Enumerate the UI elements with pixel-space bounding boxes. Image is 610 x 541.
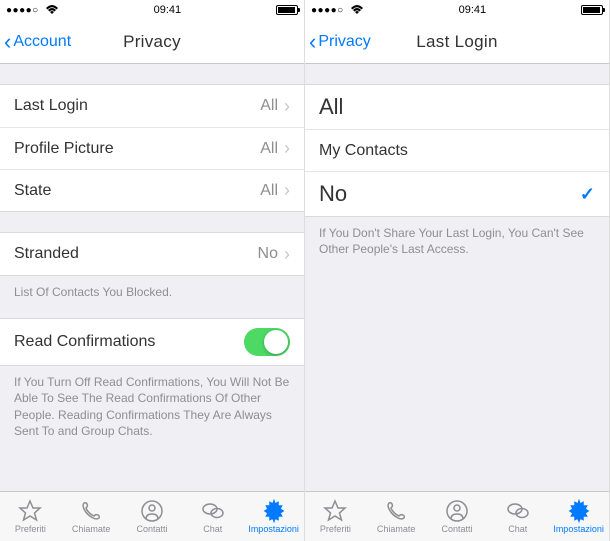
back-label: Privacy	[318, 33, 370, 51]
read-confirmations-footer: If You Turn Off Read Confirmations, You …	[0, 366, 304, 447]
profile-picture-row[interactable]: Profile Picture All›	[0, 127, 304, 169]
chat-icon	[506, 499, 530, 523]
wifi-icon	[45, 5, 59, 15]
tab-preferiti[interactable]: Preferiti	[0, 492, 61, 541]
chat-icon	[201, 499, 225, 523]
contact-icon	[140, 499, 164, 523]
tab-bar: Preferiti Chiamate Contatti Chat Imposta…	[305, 491, 609, 541]
row-value: All›	[260, 180, 290, 201]
state-row[interactable]: State All›	[0, 169, 304, 211]
tab-label: Chat	[508, 524, 527, 534]
battery-icon	[581, 5, 603, 15]
privacy-screen: ●●●●○ 09:41 ‹ Account Privacy Last Login…	[0, 0, 305, 541]
tab-label: Preferiti	[15, 524, 46, 534]
gear-icon	[262, 499, 286, 523]
back-label: Account	[13, 33, 71, 51]
blocked-group: Stranded No›	[0, 232, 304, 276]
chevron-right-icon: ›	[284, 138, 290, 159]
tab-label: Contatti	[441, 524, 472, 534]
tab-label: Impostazioni	[248, 524, 299, 534]
content-area: Last Login All› Profile Picture All› Sta…	[0, 64, 304, 491]
tab-label: Preferiti	[320, 524, 351, 534]
gear-icon	[567, 499, 591, 523]
read-confirmations-row: Read Confirmations	[0, 319, 304, 365]
row-label: Profile Picture	[14, 140, 114, 158]
status-time: 09:41	[459, 4, 487, 16]
row-label: Last Login	[14, 97, 88, 115]
nav-bar: ‹ Account Privacy	[0, 20, 304, 64]
option-label: All	[319, 94, 343, 120]
checkmark-icon: ✓	[580, 184, 595, 205]
stranded-row[interactable]: Stranded No›	[0, 233, 304, 275]
option-label: My Contacts	[319, 142, 408, 160]
read-confirmations-group: Read Confirmations	[0, 318, 304, 366]
back-button[interactable]: ‹ Account	[0, 29, 71, 55]
row-value: All›	[260, 138, 290, 159]
tab-label: Chiamate	[377, 524, 416, 534]
options-group: All My Contacts No ✓	[305, 84, 609, 217]
chevron-right-icon: ›	[284, 180, 290, 201]
tab-label: Contatti	[136, 524, 167, 534]
row-label: Read Confirmations	[14, 333, 155, 351]
tab-impostazioni[interactable]: Impostazioni	[548, 492, 609, 541]
visibility-group: Last Login All› Profile Picture All› Sta…	[0, 84, 304, 212]
back-button[interactable]: ‹ Privacy	[305, 29, 371, 55]
content-area: All My Contacts No ✓ If You Don't Share …	[305, 64, 609, 491]
tab-contatti[interactable]: Contatti	[427, 492, 488, 541]
row-value: No›	[258, 244, 290, 265]
option-no-row[interactable]: No ✓	[305, 171, 609, 216]
option-label: No	[319, 181, 347, 207]
star-icon	[323, 499, 347, 523]
chevron-right-icon: ›	[284, 244, 290, 265]
chevron-right-icon: ›	[284, 96, 290, 117]
signal-indicator: ●●●●○	[311, 5, 364, 16]
tab-impostazioni[interactable]: Impostazioni	[243, 492, 304, 541]
phone-icon	[79, 499, 103, 523]
wifi-icon	[350, 5, 364, 15]
tab-chat[interactable]: Chat	[182, 492, 243, 541]
blocked-footer: List Of Contacts You Blocked.	[0, 276, 304, 308]
status-time: 09:41	[154, 4, 182, 16]
tab-chat[interactable]: Chat	[487, 492, 548, 541]
tab-contatti[interactable]: Contatti	[122, 492, 183, 541]
row-label: State	[14, 182, 51, 200]
contact-icon	[445, 499, 469, 523]
read-confirmations-switch[interactable]	[244, 328, 290, 356]
option-my-contacts-row[interactable]: My Contacts	[305, 129, 609, 171]
chevron-left-icon: ‹	[4, 29, 11, 55]
row-value: All›	[260, 96, 290, 117]
tab-preferiti[interactable]: Preferiti	[305, 492, 366, 541]
tab-label: Chiamate	[72, 524, 111, 534]
row-label: Stranded	[14, 245, 79, 263]
nav-bar: ‹ Privacy Last Login	[305, 20, 609, 64]
star-icon	[18, 499, 42, 523]
tab-chiamate[interactable]: Chiamate	[61, 492, 122, 541]
chevron-left-icon: ‹	[309, 29, 316, 55]
phone-icon	[384, 499, 408, 523]
status-bar: ●●●●○ 09:41	[305, 0, 609, 20]
last-login-screen: ●●●●○ 09:41 ‹ Privacy Last Login All My …	[305, 0, 610, 541]
signal-indicator: ●●●●○	[6, 5, 59, 16]
option-all-row[interactable]: All	[305, 85, 609, 129]
status-bar: ●●●●○ 09:41	[0, 0, 304, 20]
tab-chiamate[interactable]: Chiamate	[366, 492, 427, 541]
battery-icon	[276, 5, 298, 15]
last-login-row[interactable]: Last Login All›	[0, 85, 304, 127]
tab-label: Chat	[203, 524, 222, 534]
tab-bar: Preferiti Chiamate Contatti Chat Imposta…	[0, 491, 304, 541]
last-login-footer: If You Don't Share Your Last Login, You …	[305, 217, 609, 265]
tab-label: Impostazioni	[553, 524, 604, 534]
